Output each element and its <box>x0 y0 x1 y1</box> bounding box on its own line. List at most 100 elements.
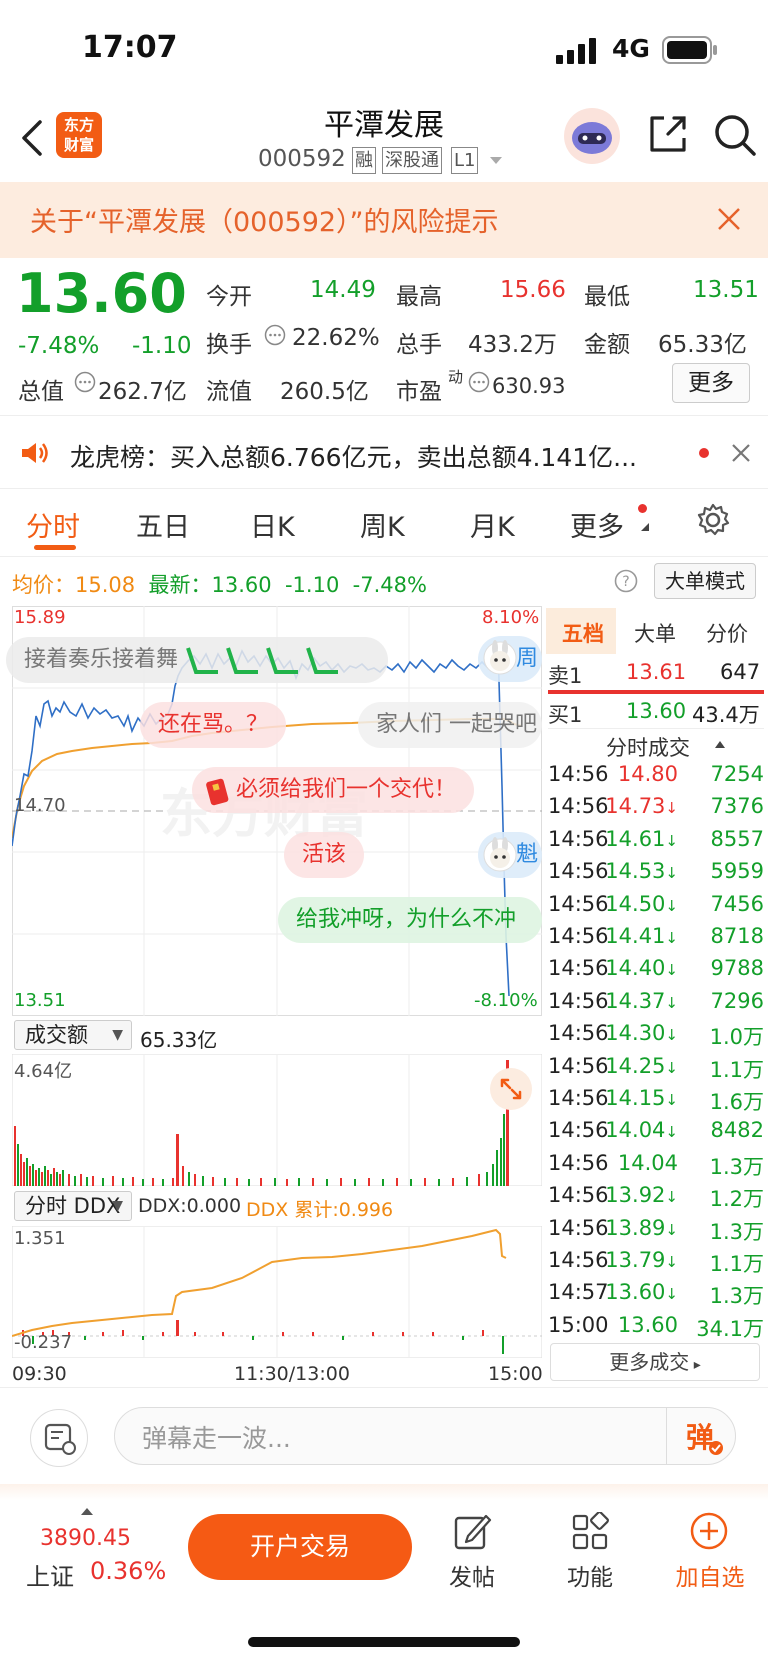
index-change[interactable]: 0.36% <box>90 1557 166 1585</box>
pe-superscript: 动 <box>448 368 464 386</box>
trade-price: 14.61↓ <box>605 827 678 851</box>
tab-monthly-k[interactable]: 月K <box>470 505 515 544</box>
tab-intraday[interactable]: 分时 <box>26 505 80 544</box>
trade-time: 14:56 <box>548 826 609 851</box>
current-price: 13.60 <box>16 262 187 325</box>
ddx-indicator-select[interactable]: 分时 DDX ▼ <box>14 1191 132 1221</box>
index-value[interactable]: 3890.45 <box>40 1526 131 1551</box>
robot-assistant-icon[interactable] <box>562 106 622 166</box>
trades-header: 分时成交 <box>606 736 690 760</box>
trade-price: 14.73↓ <box>605 794 678 818</box>
trade-direction-arrow-icon: ↓ <box>665 1220 678 1239</box>
share-icon[interactable] <box>646 112 690 156</box>
open-account-trade-button[interactable]: 开户交易 <box>188 1514 412 1580</box>
expand-button[interactable] <box>490 1068 532 1110</box>
trade-price-value: 14.15 <box>605 1086 666 1110</box>
dropdown-caret-icon[interactable] <box>488 155 504 167</box>
trade-row: 14:56 14.25↓ 1.1万 <box>548 1054 764 1086</box>
post-edit-icon[interactable] <box>452 1512 492 1552</box>
change-percent: -7.48% <box>18 333 100 359</box>
sell1-price: 13.61 <box>626 660 687 684</box>
trade-price: 14.15↓ <box>605 1086 678 1110</box>
trade-price: 14.04↓ <box>605 1118 678 1142</box>
tab-more-badge <box>638 504 647 513</box>
danmu-bubble[interactable]: 还在骂。？ <box>140 702 287 748</box>
add-watchlist-label[interactable]: 加自选 <box>668 1558 752 1592</box>
trade-row: 14:56 14.40↓ 9788 <box>548 956 764 988</box>
trade-time: 14:56 <box>548 1118 609 1143</box>
tab-price-distribution[interactable]: 分价 <box>706 618 748 648</box>
volume-indicator-select[interactable]: 成交额 ▼ <box>14 1020 132 1050</box>
more-trades-button[interactable]: 更多成交 ▸ <box>550 1343 760 1381</box>
trade-direction-arrow-icon: ↓ <box>665 1026 678 1045</box>
trade-direction-arrow-icon: ↓ <box>665 831 678 850</box>
volume-bar-chart[interactable] <box>12 1054 542 1186</box>
time-axis-end: 15:00 <box>488 1363 543 1385</box>
trade-row: 14:56 14.30↓ 1.0万 <box>548 1021 764 1053</box>
trade-time: 14:57 <box>548 1280 609 1305</box>
tab-five-day[interactable]: 五日 <box>136 505 190 544</box>
ddx-chart[interactable] <box>12 1226 542 1358</box>
turnover-value: 22.62% <box>292 325 380 351</box>
divider <box>0 488 768 489</box>
trade-price: 13.60↓ <box>605 1280 678 1304</box>
divider <box>0 1387 768 1388</box>
sort-up-icon[interactable] <box>714 739 726 749</box>
index-name[interactable]: 上证 <box>26 1557 74 1592</box>
big-order-mode-button[interactable]: 大单模式 <box>654 563 756 599</box>
danmu-bubble[interactable]: 家人们 一起哭吧 <box>358 702 542 748</box>
tab-more[interactable]: 更多 <box>570 505 624 544</box>
pe-label: 市盈 <box>396 379 442 405</box>
info-dots-icon[interactable] <box>264 324 286 346</box>
expand-icon <box>500 1078 522 1100</box>
danmu-bubble[interactable]: 活该 <box>284 832 365 878</box>
tab-five-levels[interactable]: 五档 <box>562 618 604 648</box>
post-label[interactable]: 发帖 <box>448 1558 496 1592</box>
info-dots-icon[interactable] <box>74 371 96 393</box>
functions-label[interactable]: 功能 <box>566 1558 614 1592</box>
danmu-bubble[interactable]: 给我冲呀，为什么不冲 <box>278 897 542 943</box>
settings-gear-icon[interactable] <box>696 503 730 537</box>
trade-volume: 34.1万 <box>696 1316 764 1341</box>
pct-axis-top: 8.10% <box>482 607 540 628</box>
divider <box>0 415 768 416</box>
trade-row: 14:56 14.61↓ 8557 <box>548 827 764 859</box>
tab-daily-k[interactable]: 日K <box>250 505 295 544</box>
trade-row: 14:56 14.37↓ 7296 <box>548 989 764 1021</box>
trade-price: 14.50↓ <box>605 892 678 916</box>
trade-time: 15:00 <box>548 1312 609 1337</box>
danmu-bubble[interactable]: 必须给我们一个交代！ <box>192 767 475 813</box>
trade-price: 14.41↓ <box>605 924 678 948</box>
add-watchlist-icon[interactable] <box>688 1510 730 1552</box>
trade-price-value: 13.60 <box>617 1312 678 1337</box>
tab-weekly-k[interactable]: 周K <box>360 505 405 544</box>
comment-settings-button[interactable] <box>30 1409 88 1467</box>
chevron-down-icon: ▼ <box>112 1198 123 1214</box>
trade-time: 14:56 <box>548 1183 609 1208</box>
trade-price: 14.53↓ <box>605 859 678 883</box>
trade-price: 14.25↓ <box>605 1054 678 1078</box>
check-badge-icon <box>709 1441 723 1455</box>
close-icon[interactable] <box>716 206 742 232</box>
trade-row: 14:57 13.60↓ 1.3万 <box>548 1280 764 1312</box>
trade-direction-arrow-icon: ↓ <box>665 929 678 947</box>
help-icon[interactable]: ? <box>614 569 638 593</box>
more-quote-button[interactable]: 更多 <box>672 363 750 403</box>
search-icon[interactable] <box>712 112 758 158</box>
chevron-down-icon: ▼ <box>112 1027 123 1043</box>
risk-banner-text[interactable]: 关于“平潭发展（000592）”的风险提示 <box>30 200 499 239</box>
trade-direction-arrow-icon: ↓ <box>665 1058 678 1077</box>
signal-icon <box>556 38 596 64</box>
info-dots-icon[interactable] <box>468 371 490 393</box>
trade-time: 14:56 <box>548 1248 609 1272</box>
divider <box>0 556 768 557</box>
open-label: 今开 <box>206 284 252 310</box>
trade-direction-arrow-icon: ↓ <box>665 961 678 980</box>
trade-direction-arrow-icon: ↓ <box>665 1091 678 1109</box>
volume-total: 65.33亿 <box>140 1028 218 1052</box>
danmu-input-placeholder[interactable]: 弹幕走一波... <box>142 1419 291 1455</box>
tab-big-orders[interactable]: 大单 <box>634 618 676 648</box>
dragon-tiger-list-text[interactable]: 龙虎榜：买入总额6.766亿元，卖出总额4.141亿... <box>70 438 637 474</box>
close-icon[interactable] <box>730 442 752 464</box>
functions-grid-icon[interactable] <box>570 1512 610 1552</box>
